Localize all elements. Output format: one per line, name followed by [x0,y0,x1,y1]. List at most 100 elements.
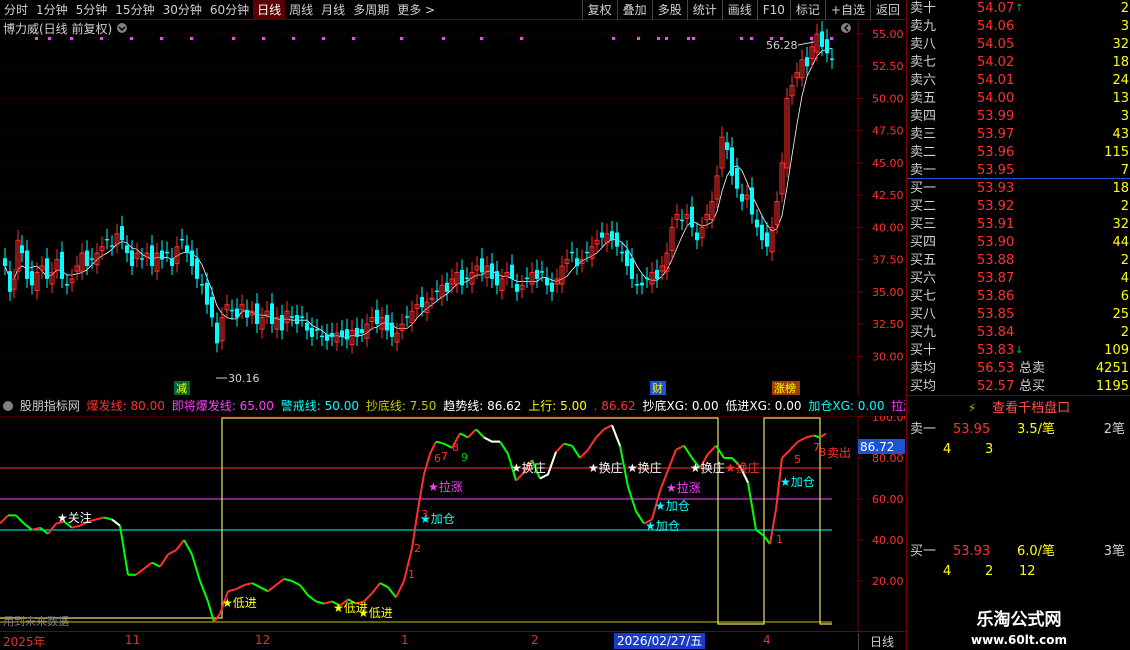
back-button[interactable]: 返回 [869,0,905,20]
candle-body [160,250,164,260]
stat-label2: 总买 [1019,379,1046,394]
signal-dot [740,37,743,40]
indicator-settings-icon[interactable] [3,401,13,411]
tab-monthly[interactable]: 月线 [317,0,349,20]
sell-row[interactable]: 卖八 54.05 32 [907,36,1130,54]
tab-30min[interactable]: 30分钟 [159,0,206,20]
f10-button[interactable]: F10 [756,0,790,20]
period-indicator[interactable]: 日线 [858,633,905,650]
candle-body [375,309,379,325]
view-depth-link[interactable]: 查看千档盘口 [992,401,1070,416]
tab-multi-period[interactable]: 多周期 [349,0,393,20]
trend-white-segment [483,436,500,443]
sell-row[interactable]: 卖四 53.99 3 [907,108,1130,126]
candle-body [150,245,154,267]
sell-vol: 3 [1120,19,1129,34]
add-watchlist-button[interactable]: +自选 [824,0,870,20]
trend-segment [755,529,765,537]
sell-row[interactable]: 卖二 53.96 115 [907,144,1130,162]
tab-fenshi[interactable]: 分时 [0,0,32,20]
stats-button[interactable]: 统计 [686,0,722,20]
candle-body [105,238,109,241]
stock-title: 博力威(日线 前复权) [3,21,112,36]
label-huanzhuang-3: ★换庄 [627,460,662,475]
candlestick-chart[interactable]: 55.00 52.50 50.00 47.50 45.00 42.50 40.00 37.50… [0,20,905,396]
level2-sell-count: 2笔 [1103,422,1125,437]
signal-dot [322,37,325,40]
tab-15min[interactable]: 15分钟 [111,0,158,20]
buy-row[interactable]: 买四 53.90 44 [907,234,1130,252]
candle-body [245,309,249,318]
sell-price: 54.02 [977,55,1015,70]
ind-tick-label: 20.00 [872,575,904,588]
label-jiacang-2: ★加仓 [655,499,690,513]
sell-row[interactable]: 卖五 54.00 13 [907,90,1130,108]
sell-row[interactable]: 卖六 54.01 24 [907,72,1130,90]
candle-body [30,271,34,286]
trend-segment [683,445,693,459]
trend-segment [707,445,717,455]
trend-segment [23,522,33,531]
signal-dot [292,37,295,40]
buy-row[interactable]: 买六 53.87 4 [907,270,1130,288]
candle-body [820,31,824,47]
tab-daily[interactable]: 日线 [253,0,286,20]
trend-segment [555,443,565,453]
sell-row[interactable]: 卖十 54.07 ↑ 2 [907,0,1130,18]
indicator-chart[interactable]: 100.0080.0060.0040.0020.00 86.72 ★关注 ★低进… [0,416,905,631]
candle-body [360,329,364,334]
candle-body [310,327,314,337]
stat-vol: 4251 [1095,361,1129,376]
tab-weekly[interactable]: 周线 [285,0,317,20]
buy-row[interactable]: 买七 53.86 6 [907,288,1130,306]
buy-price: 53.87 [977,271,1015,286]
buy-label: 买六 [910,271,937,286]
stat-label: 卖均 [910,361,937,376]
digit-9: 9 [461,451,468,464]
trend-segment [135,567,145,576]
future-data-note: 用到未来数据 [3,614,69,628]
tab-60min[interactable]: 60分钟 [206,0,253,20]
buy-row[interactable]: 买二 53.92 2 [907,198,1130,216]
tab-1min[interactable]: 1分钟 [32,0,72,20]
buy-row[interactable]: 买十 53.83 ↓ 109 [907,342,1130,360]
candle-body [805,57,809,67]
buy-row[interactable]: 买五 53.88 2 [907,252,1130,270]
trend-segment [299,584,309,596]
sell-row[interactable]: 卖九 54.06 3 [907,18,1130,36]
tab-more[interactable]: 更多 > [393,0,439,20]
label-lazhang-2: ★拉涨 [666,480,701,495]
trend-segment [259,586,269,593]
digit-8: 8 [452,441,459,454]
buy-row[interactable]: 买一 53.93 18 [907,180,1130,198]
candle-body [480,258,484,273]
settings-icon[interactable] [117,23,127,33]
candle-body [45,258,49,279]
sell-row[interactable]: 卖七 54.02 18 [907,54,1130,72]
buy-price: 53.91 [977,217,1015,232]
multi-stock-button[interactable]: 多股 [651,0,687,20]
signal-dot [130,37,133,40]
fuquan-button[interactable]: 复权 [581,0,617,20]
indicator-name[interactable]: 股朋指标网 [20,399,80,413]
buy-row[interactable]: 买九 53.84 2 [907,324,1130,342]
candle-body [760,224,764,241]
tab-5min[interactable]: 5分钟 [72,0,112,20]
app-window: { "toolbar": { "periods": ["分时","1分钟","5… [0,0,1130,650]
cursor-date: 2026/02/27/五 [614,633,706,649]
trend-segment [323,600,333,605]
sell-row[interactable]: 卖三 53.97 43 [907,126,1130,144]
trend-segment [267,584,277,593]
overlay-button[interactable]: 叠加 [616,0,652,20]
trend-segment [379,582,389,589]
draw-button[interactable]: 画线 [721,0,757,20]
buy-row[interactable]: 买三 53.91 32 [907,216,1130,234]
time-label-1: 1 [401,633,409,647]
buy-row[interactable]: 买八 53.85 25 [907,306,1130,324]
mark-button[interactable]: 标记 [789,0,825,20]
digit-1: 1 [408,568,415,581]
signal-dot [692,37,695,40]
candle-body [680,219,684,222]
label-huanzhuang-4: ★换庄 [690,460,725,475]
trend-segment [47,522,57,535]
